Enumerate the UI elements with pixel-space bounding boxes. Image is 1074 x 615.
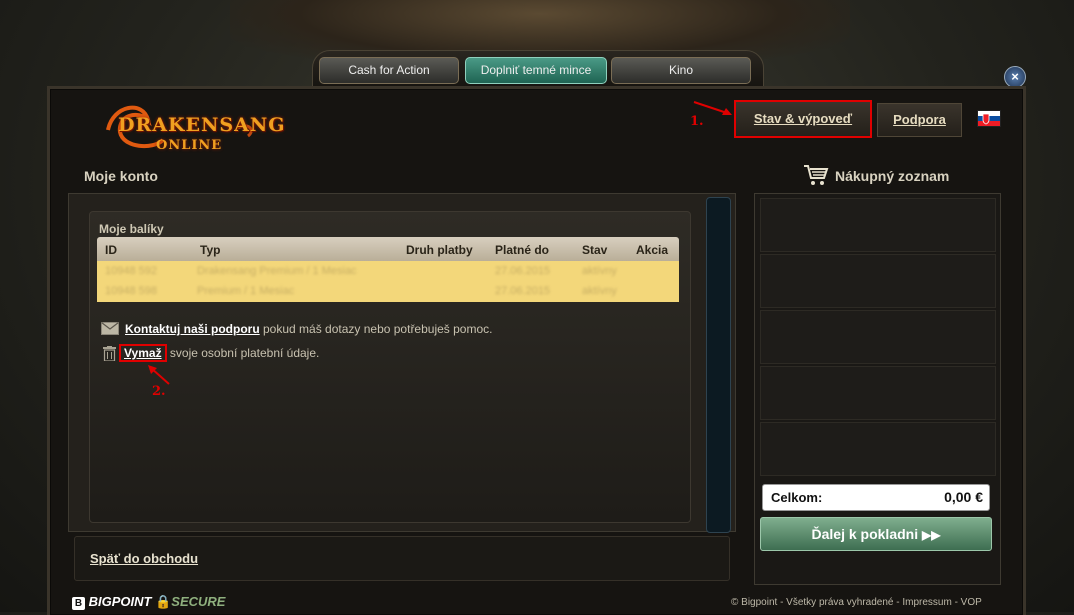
- cart-total-box: Celkom: 0,00 €: [762, 484, 990, 511]
- cell-status: aktívny: [582, 285, 617, 297]
- annotation-arrow-2: [148, 365, 170, 385]
- delete-payment-data-link[interactable]: Vymaž: [119, 344, 167, 362]
- checkout-label: Ďalej k pokladni: [811, 526, 919, 542]
- packages-table-header: ID Typ Druh platby Platné do Stav Akcia: [97, 237, 679, 261]
- bigpoint-brand: BIGPOINT: [88, 594, 152, 609]
- tab-cash-for-action[interactable]: Cash for Action: [319, 57, 459, 84]
- support-button[interactable]: Podpora: [877, 103, 962, 137]
- cell-id: 10948 592: [105, 265, 157, 277]
- delete-data-text: svoje osobní platební údaje.: [166, 346, 320, 360]
- logo-text-drakensang: DRAKENSANG: [118, 114, 286, 136]
- cart-slot: [760, 310, 996, 364]
- trash-icon: [103, 346, 116, 366]
- cell-status: aktívny: [582, 265, 617, 277]
- envelope-icon: [101, 322, 119, 340]
- copyright-text: © Bigpoint - Všetky práva vyhradené - Im…: [731, 597, 982, 608]
- cart-slot: [760, 254, 996, 308]
- lock-icon: 🔒: [155, 594, 172, 609]
- account-title: Moje konto: [84, 168, 158, 184]
- checkout-button[interactable]: Ďalej k pokladni ▶▶: [760, 517, 992, 551]
- cart-total-label: Celkom:: [771, 490, 823, 505]
- bigpoint-logo-icon: B: [72, 597, 85, 610]
- contact-support-link[interactable]: Kontaktuj naši podporu: [125, 322, 260, 336]
- cell-valid-until: 27.06.2015: [495, 285, 551, 297]
- annotation-label-2: 2.: [152, 384, 166, 399]
- cell-valid-until: 27.06.2015: [495, 265, 551, 277]
- tab-doplnit-temne-mince[interactable]: Doplniť temné mince: [465, 57, 607, 84]
- double-arrow-icon: ▶▶: [922, 528, 941, 542]
- table-row: 10948 598 Premium / 1 Mesiac 27.06.2015 …: [97, 281, 679, 302]
- column-header-id: ID: [105, 243, 117, 257]
- delete-data-line: Vymaž svoje osobní platební údaje.: [119, 344, 320, 362]
- cart-total-value: 0,00 €: [944, 489, 983, 505]
- table-row: 10948 592 Drakensang Premium / 1 Mesiac …: [97, 261, 679, 281]
- tab-kino[interactable]: Kino: [611, 57, 751, 84]
- logo-text-online: ONLINE: [156, 138, 223, 153]
- cart-title: Nákupný zoznam: [835, 168, 950, 184]
- slovakia-flag-icon[interactable]: [977, 110, 1001, 127]
- cart-slot: [760, 422, 996, 476]
- cell-id: 10948 598: [105, 285, 157, 297]
- status-and-terminate-button[interactable]: Stav & výpoveď: [734, 100, 872, 138]
- secure-label: SECURE: [171, 594, 226, 609]
- cart-slot: [760, 198, 996, 252]
- column-header-payment: Druh platby: [406, 243, 473, 257]
- bigpoint-secure-badge: B BIGPOINT 🔒SECURE: [72, 594, 225, 610]
- contact-support-line: Kontaktuj naši podporu pokud máš dotazy …: [125, 322, 492, 336]
- cell-type: Drakensang Premium / 1 Mesiac: [197, 265, 357, 277]
- scrollbar[interactable]: [706, 197, 731, 533]
- column-header-type: Typ: [200, 243, 221, 257]
- cart-slot: [760, 366, 996, 420]
- packages-title: Moje balíky: [99, 222, 164, 236]
- column-header-status: Stav: [582, 243, 608, 257]
- close-icon[interactable]: ×: [1004, 66, 1026, 88]
- column-header-action: Akcia: [636, 243, 669, 257]
- column-header-valid-until: Platné do: [495, 243, 550, 257]
- contact-support-text: pokud máš dotazy nebo potřebuješ pomoc.: [259, 322, 493, 336]
- annotation-label-1: 1.: [690, 114, 704, 129]
- back-to-shop-link[interactable]: Späť do obchodu: [90, 551, 198, 566]
- cell-type: Premium / 1 Mesiac: [197, 285, 295, 297]
- cart-icon: [803, 163, 829, 192]
